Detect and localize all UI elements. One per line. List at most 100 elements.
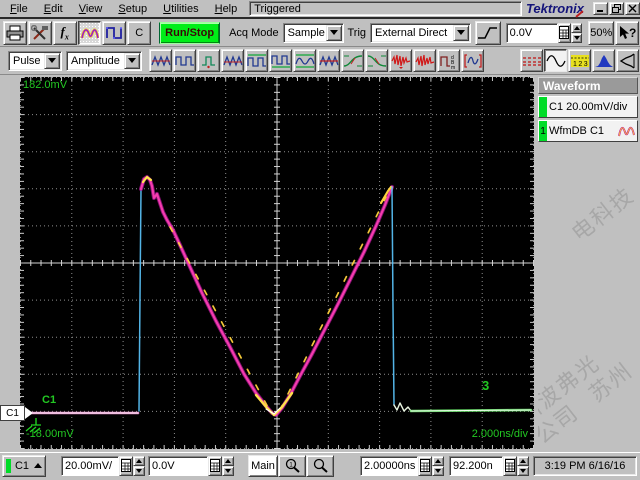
- acq-mode-select[interactable]: Sample: [282, 22, 344, 43]
- horizontal-delay-spinner[interactable]: [517, 455, 529, 476]
- context-help-button[interactable]: ?: [615, 20, 640, 45]
- measure-low-button[interactable]: [269, 49, 292, 72]
- pulse-display-icon: [105, 26, 122, 39]
- clock-display: 3:19 PM 6/16/16: [533, 455, 637, 476]
- svg-text:m: m: [451, 65, 455, 69]
- waveform-row-c1[interactable]: C1 20.00mV/div: [538, 96, 638, 118]
- measure-period-button[interactable]: [173, 49, 196, 72]
- waveform-view-button[interactable]: [544, 49, 567, 72]
- horizontal-delay-input[interactable]: [449, 455, 503, 476]
- channel-color-stripe: [6, 458, 11, 473]
- run-stop-button[interactable]: Run/Stop: [159, 21, 221, 44]
- math-fx-button[interactable]: fx: [52, 20, 77, 45]
- acq-mode-label: Acq Mode: [229, 26, 279, 39]
- trigger-dropdown-arrow[interactable]: [452, 24, 469, 41]
- spin-down[interactable]: [222, 465, 234, 476]
- horizontal-delay-keypad-button[interactable]: [503, 455, 517, 476]
- measure-dropdown-arrow[interactable]: [124, 52, 140, 69]
- vertical-histogram-button[interactable]: [616, 49, 639, 72]
- menu-help[interactable]: Help: [207, 1, 246, 17]
- restore-button[interactable]: [609, 2, 624, 15]
- measure-pkpk-button[interactable]: [293, 49, 316, 72]
- measure-burst-min-button[interactable]: [389, 49, 412, 72]
- waveform-display-button[interactable]: [77, 20, 102, 45]
- zoom-1-button[interactable]: 1: [278, 454, 306, 477]
- horizontal-scale-spinner[interactable]: [432, 455, 444, 476]
- spin-down[interactable]: [517, 465, 529, 476]
- measure-type-select[interactable]: Amplitude: [66, 50, 142, 71]
- spin-down[interactable]: [571, 32, 583, 43]
- zoom-2-button[interactable]: [306, 454, 334, 477]
- spin-up[interactable]: [432, 455, 444, 466]
- acq-mode-dropdown-arrow[interactable]: [325, 24, 342, 41]
- measure-peaks-button[interactable]: [221, 49, 244, 72]
- burst-min-icon: [390, 54, 410, 69]
- close-button[interactable]: [625, 2, 640, 15]
- watermark-text: 州波弗光: [538, 349, 605, 429]
- measure-burst-max-button[interactable]: [413, 49, 436, 72]
- svg-text:123: 123: [573, 61, 589, 68]
- measurement-toolbar: Pulse Amplitude dBm 123: [0, 47, 640, 75]
- acq-mode-value: Sample: [287, 26, 325, 39]
- trace-label: C1: [42, 394, 57, 406]
- vertical-offset-input[interactable]: [148, 455, 208, 476]
- category-dropdown-arrow[interactable]: [44, 52, 60, 69]
- pulse-display-button[interactable]: [102, 20, 127, 45]
- spin-down[interactable]: [432, 465, 444, 476]
- measure-gated-button[interactable]: [461, 49, 484, 72]
- histogram-button[interactable]: [592, 49, 615, 72]
- cursors-icon: [522, 56, 541, 66]
- magnifier-icon: [313, 458, 328, 473]
- burst-max-icon: [414, 54, 434, 66]
- trigger-source-select[interactable]: External Direct: [370, 22, 471, 43]
- horizontal-mode-button[interactable]: Main: [248, 454, 278, 477]
- channel-color-stripe: 1: [539, 121, 547, 141]
- waveform-row-wfmdb[interactable]: 1 WfmDB C1: [538, 120, 638, 142]
- clear-button[interactable]: C: [127, 20, 152, 45]
- readouts-button[interactable]: 123: [568, 49, 591, 72]
- chevron-down-icon: [136, 468, 142, 473]
- spin-up[interactable]: [222, 455, 234, 466]
- chevron-up-icon: [225, 458, 231, 463]
- measure-mean-button[interactable]: [317, 49, 340, 72]
- channel-marker[interactable]: C1: [0, 405, 25, 421]
- print-button[interactable]: [3, 20, 27, 45]
- measure-amplitude-button[interactable]: [149, 49, 172, 72]
- measure-fall-time-button[interactable]: [365, 49, 388, 72]
- measure-dbm-button[interactable]: dBm: [437, 49, 460, 72]
- measure-category-select[interactable]: Pulse: [8, 50, 62, 71]
- minimize-button[interactable]: [593, 2, 608, 15]
- menu-edit[interactable]: Edit: [36, 1, 71, 17]
- measure-rise-time-button[interactable]: [341, 49, 364, 72]
- measure-pos-width-button[interactable]: [197, 49, 220, 72]
- horizontal-scale-keypad-button[interactable]: [418, 455, 432, 476]
- spin-down[interactable]: [133, 465, 145, 476]
- vertical-scale-input[interactable]: [61, 455, 119, 476]
- display-zoom-button[interactable]: 50%: [588, 20, 615, 45]
- waveform-panel: Waveform C1 20.00mV/div 1 WfmDB C1 电科技 州…: [538, 77, 638, 449]
- horizontal-scale-input[interactable]: [360, 455, 418, 476]
- chevron-down-icon: [128, 58, 136, 63]
- trigger-slope-button[interactable]: [474, 20, 501, 45]
- menu-view[interactable]: View: [71, 1, 111, 17]
- spin-up[interactable]: [133, 455, 145, 466]
- menu-file[interactable]: File: [2, 1, 36, 17]
- trigger-level-spinner[interactable]: [571, 22, 583, 43]
- vertical-scale-keypad-button[interactable]: [119, 455, 133, 476]
- spin-up[interactable]: [517, 455, 529, 466]
- channel-select-button[interactable]: C1: [2, 454, 46, 477]
- pos-width-measure-icon: [201, 55, 215, 68]
- menu-utilities[interactable]: Utilities: [155, 1, 206, 17]
- vertical-offset-spinner[interactable]: [222, 455, 234, 476]
- cursors-button[interactable]: [520, 49, 543, 72]
- trigger-level-keypad-button[interactable]: [557, 22, 572, 43]
- chevron-down-icon: [329, 30, 338, 35]
- vertical-offset-keypad-button[interactable]: [208, 455, 222, 476]
- tools-button[interactable]: [27, 20, 52, 45]
- spin-up[interactable]: [571, 22, 583, 33]
- measure-high-button[interactable]: [245, 49, 268, 72]
- channel-select-value: C1: [14, 459, 29, 472]
- vertical-scale-spinner[interactable]: [133, 455, 145, 476]
- menu-setup[interactable]: Setup: [110, 1, 155, 17]
- trigger-level-input[interactable]: [505, 22, 558, 43]
